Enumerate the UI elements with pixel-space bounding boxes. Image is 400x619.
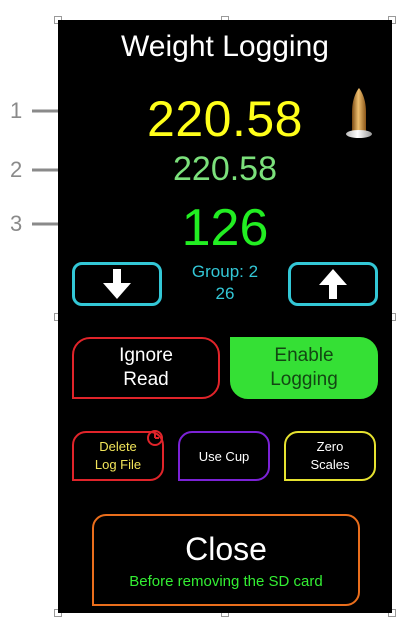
decrement-button[interactable] — [72, 262, 162, 306]
close-sublabel: Before removing the SD card — [129, 572, 323, 590]
device-screen: Weight Logging 220.58 220.58 126 Group: … — [58, 20, 392, 613]
delete-log-label-2: Log File — [94, 457, 142, 472]
close-button[interactable]: Close Before removing the SD card — [92, 514, 360, 606]
enable-logging-button[interactable]: Enable Logging — [230, 337, 378, 399]
callout-number: 1 — [10, 98, 23, 123]
delete-log-file-button[interactable]: Delete Log File — [72, 430, 164, 481]
delete-log-label-1: Delete — [99, 439, 137, 454]
enable-logging-label-2: Logging — [270, 369, 338, 390]
weight-secondary-readout: 220.58 — [173, 150, 277, 188]
count-readout: 126 — [181, 199, 269, 257]
clock-icon — [147, 430, 163, 446]
increment-button[interactable] — [288, 262, 378, 306]
callout-number: 3 — [10, 211, 23, 236]
use-cup-button[interactable]: Use Cup — [178, 431, 270, 481]
group-label: Group: 2 — [191, 262, 259, 281]
group-value: 26 — [215, 284, 235, 303]
zero-scales-button[interactable]: Zero Scales — [284, 431, 376, 481]
down-arrow-icon — [103, 269, 131, 299]
callout-number: 2 — [10, 157, 23, 182]
enable-logging-label-1: Enable — [274, 345, 334, 366]
up-arrow-icon — [319, 269, 347, 299]
ignore-read-label-1: Ignore — [119, 345, 173, 366]
group-info: Group: 2 26 — [170, 261, 280, 305]
zero-scales-label-1: Zero — [316, 439, 344, 454]
weight-primary-readout: 220.58 — [147, 91, 303, 147]
ignore-read-label-2: Read — [123, 369, 169, 390]
ignore-read-button[interactable]: Ignore Read — [72, 337, 220, 399]
bullet-icon — [346, 88, 372, 138]
close-label: Close — [185, 530, 267, 567]
page-title: Weight Logging — [121, 30, 329, 63]
zero-scales-label-2: Scales — [310, 457, 350, 472]
use-cup-label: Use Cup — [198, 448, 250, 464]
